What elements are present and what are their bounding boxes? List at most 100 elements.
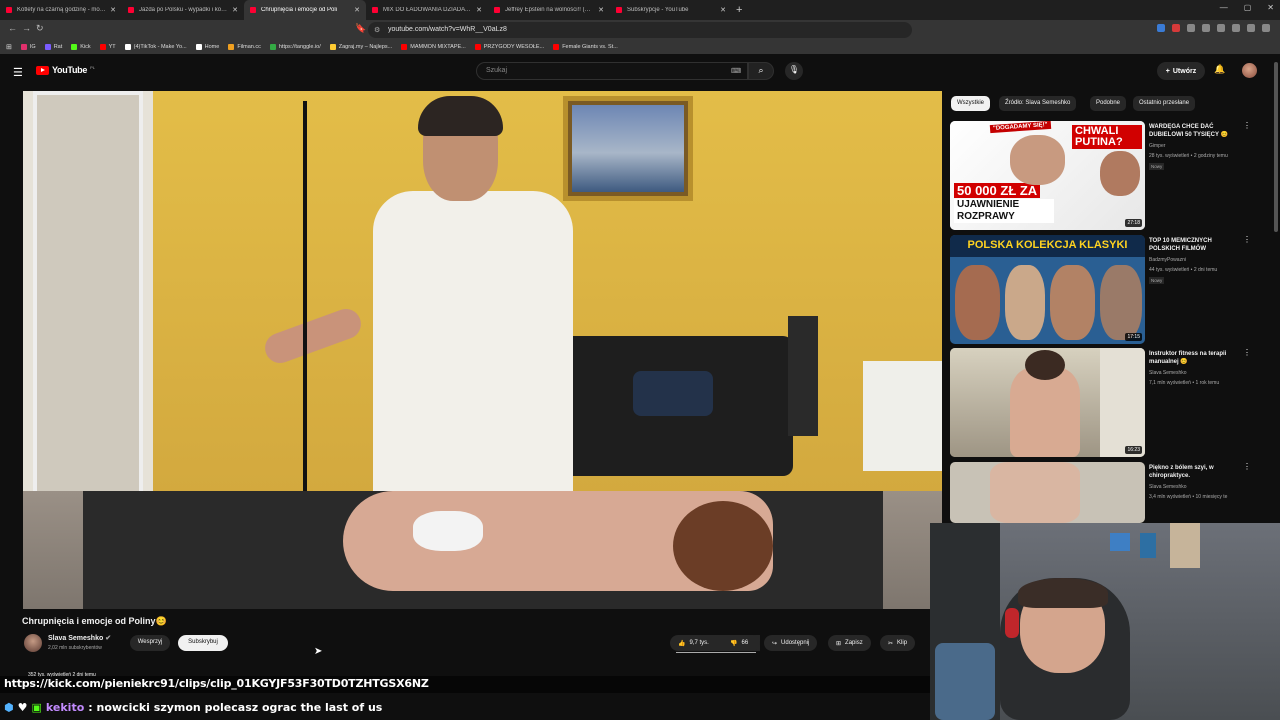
scrollbar[interactable] — [1274, 62, 1278, 232]
extension-icon[interactable] — [1217, 24, 1225, 32]
create-button[interactable]: + Utwórz — [1157, 62, 1205, 80]
bookmark-item[interactable]: Filman.cc — [228, 44, 261, 50]
search-input[interactable]: Szukaj — [476, 62, 748, 80]
more-vert-icon[interactable]: ⋮ — [1243, 462, 1251, 471]
rec-title[interactable]: TOP 10 MEMICZNYCH POLSKICH FILMÓW — [1149, 237, 1241, 253]
dislike-button[interactable]: 👎 66 — [722, 635, 760, 651]
minimize-icon[interactable]: — — [1220, 3, 1228, 12]
address-bar[interactable]: ⚙ youtube.com/watch?v=WhR__V0aLz8 — [368, 22, 912, 38]
bookmark-favicon-icon — [44, 44, 51, 50]
bookmark-item[interactable]: https://tanggle.io/ — [269, 44, 321, 50]
heart-icon: ♥ — [17, 700, 28, 714]
more-vert-icon[interactable]: ⋮ — [1243, 235, 1251, 244]
rec-meta: 44 tys. wyświetleń • 2 dni temu — [1149, 267, 1218, 273]
chip-all[interactable]: Wszystkie — [951, 96, 990, 111]
close-tab-icon[interactable]: ✕ — [354, 6, 360, 14]
save-button[interactable]: ⊞ Zapisz — [828, 635, 871, 651]
close-tab-icon[interactable]: ✕ — [232, 6, 238, 14]
bookmark-item[interactable]: Rat — [44, 44, 62, 50]
browser-tab[interactable]: Jeffrey Epstein na wolności!! (Zobrc ✕ — [488, 0, 610, 20]
extension-icon[interactable] — [1232, 24, 1240, 32]
new-badge: Nowy — [1149, 277, 1165, 284]
close-tab-icon[interactable]: ✕ — [110, 6, 116, 14]
thumbs-down-icon: 👎 — [730, 640, 738, 647]
youtube-favicon-icon — [494, 7, 500, 13]
bookmark-item[interactable]: MAMMON MIXTAPE... — [401, 44, 466, 50]
rec-channel[interactable]: BadzmyPowazni — [1149, 257, 1186, 263]
microphone-icon: 🎙 — [788, 65, 800, 74]
bookmark-item[interactable]: Home — [195, 44, 219, 50]
new-tab-button[interactable]: + — [736, 4, 742, 16]
extension-icon[interactable] — [1187, 24, 1195, 32]
apps-icon[interactable]: ⊞ — [6, 43, 12, 51]
extension-icon[interactable] — [1157, 24, 1165, 32]
bookmark-item[interactable]: YT — [99, 44, 116, 50]
rec-thumbnail[interactable]: "DOGADAMY SIĘ!" CHWALI PUTINA? 50 000 ZŁ… — [950, 121, 1145, 230]
maximize-icon[interactable]: ▢ — [1244, 3, 1252, 12]
rec-thumbnail[interactable]: POLSKA KOLEKCJA KLASYKI 17:15 — [950, 235, 1145, 344]
browser-tab[interactable]: Kotlety na czarną godzinę - mogą st ✕ — [0, 0, 122, 20]
rec-title[interactable]: WARDĘGA CHCE DAĆ DUBIELOWI 50 TYSIĘCY 😊 — [1149, 123, 1241, 139]
channel-subscribers: 2,02 mln subskrybentów — [48, 645, 102, 651]
rec-thumbnail[interactable] — [950, 462, 1145, 523]
bookmark-item[interactable]: IG — [20, 44, 36, 50]
bookmark-favicon-icon — [99, 44, 106, 50]
scissors-icon: ✂ — [888, 640, 894, 647]
search-button[interactable]: ⌕ — [748, 62, 774, 80]
headphones-icon — [1005, 608, 1019, 638]
close-tab-icon[interactable]: ✕ — [720, 6, 726, 14]
chip-source[interactable]: Źródło: Slava Semeshko — [999, 96, 1077, 111]
rec-title[interactable]: Instruktor fitness na terapii manualnej … — [1149, 350, 1241, 366]
user-avatar[interactable] — [1242, 63, 1257, 78]
reload-icon[interactable]: ↻ — [36, 23, 44, 34]
youtube-logo[interactable]: YouTube PL — [36, 65, 95, 75]
menu-dots-icon[interactable] — [1262, 24, 1270, 32]
browser-tab[interactable]: MIX DO ŁADOWANIA DZIADA W PA ✕ — [366, 0, 488, 20]
menu-icon[interactable]: ☰ — [13, 66, 23, 79]
close-window-icon[interactable]: ✕ — [1267, 3, 1274, 12]
close-tab-icon[interactable]: ✕ — [598, 6, 604, 14]
subscribe-button[interactable]: Subskrybuj — [178, 635, 228, 651]
chip-recent[interactable]: Ostatnio przesłane — [1133, 96, 1196, 111]
browser-tab-active[interactable]: Chrupnięcia i emocje od Poli ✕ — [244, 0, 366, 20]
bookmark-item[interactable]: Kick — [71, 44, 91, 50]
forward-icon[interactable]: → — [22, 23, 31, 33]
bookmark-item[interactable]: (4)TikTok - Make Yo... — [124, 44, 187, 50]
site-info-icon[interactable]: ⚙ — [374, 26, 380, 34]
video-person-doctor — [373, 191, 573, 501]
voice-search-button[interactable]: 🎙 — [785, 62, 803, 80]
rec-thumbnail[interactable]: 16:23 — [950, 348, 1145, 457]
more-vert-icon[interactable]: ⋮ — [1243, 348, 1251, 357]
rec-channel[interactable]: Slava Semeshko — [1149, 370, 1187, 376]
rec-title[interactable]: Piękno z bólem szyi, w chiropraktyce. — [1149, 464, 1241, 480]
extension-icon[interactable] — [1247, 24, 1255, 32]
share-button[interactable]: ↪ Udostępnij — [764, 635, 818, 651]
browser-tab-bar: Kotlety na czarną godzinę - mogą st ✕ Jaz… — [0, 0, 1280, 20]
keyboard-icon[interactable]: ⌨ — [731, 67, 741, 75]
notifications-bell-icon[interactable]: 🔔 — [1214, 64, 1225, 75]
rec-channel[interactable]: Slava Semeshko — [1149, 484, 1187, 490]
extension-icon[interactable] — [1172, 24, 1180, 32]
back-icon[interactable]: ← — [8, 23, 17, 33]
poster — [1170, 523, 1200, 568]
browser-tab[interactable]: Jazda po Polsku - wypadki i kolizje o ✕ — [122, 0, 244, 20]
rec-channel[interactable]: Gimper — [1149, 143, 1165, 149]
bookmark-item[interactable]: Zagraj.my – Najleps... — [329, 44, 392, 50]
thumbs-up-icon: 👍 — [678, 640, 686, 647]
channel-name[interactable]: Slava Semeshko ✔ — [48, 634, 111, 642]
poster — [1110, 533, 1130, 551]
support-button[interactable]: Wesprzyj — [130, 635, 170, 651]
browser-tab[interactable]: Subskrypcje - YouTube ✕ — [610, 0, 732, 20]
video-player[interactable] — [23, 91, 942, 609]
channel-avatar[interactable] — [24, 634, 42, 652]
more-vert-icon[interactable]: ⋮ — [1243, 121, 1251, 130]
bookmark-item[interactable]: Female Giants vs. St... — [553, 44, 618, 50]
close-tab-icon[interactable]: ✕ — [476, 6, 482, 14]
bookmark-item[interactable]: PRZYGODY WESOŁE... — [474, 44, 544, 50]
extension-icon[interactable] — [1202, 24, 1210, 32]
address-row: ← → ↻ 🔖 ⚙ youtube.com/watch?v=WhR__V0aLz… — [0, 20, 1280, 40]
chip-similar[interactable]: Podobne — [1090, 96, 1127, 111]
clip-button[interactable]: ✂ Klip — [880, 635, 916, 651]
plus-icon: + — [1165, 67, 1170, 75]
bookmark-page-icon[interactable]: 🔖 — [355, 23, 366, 34]
